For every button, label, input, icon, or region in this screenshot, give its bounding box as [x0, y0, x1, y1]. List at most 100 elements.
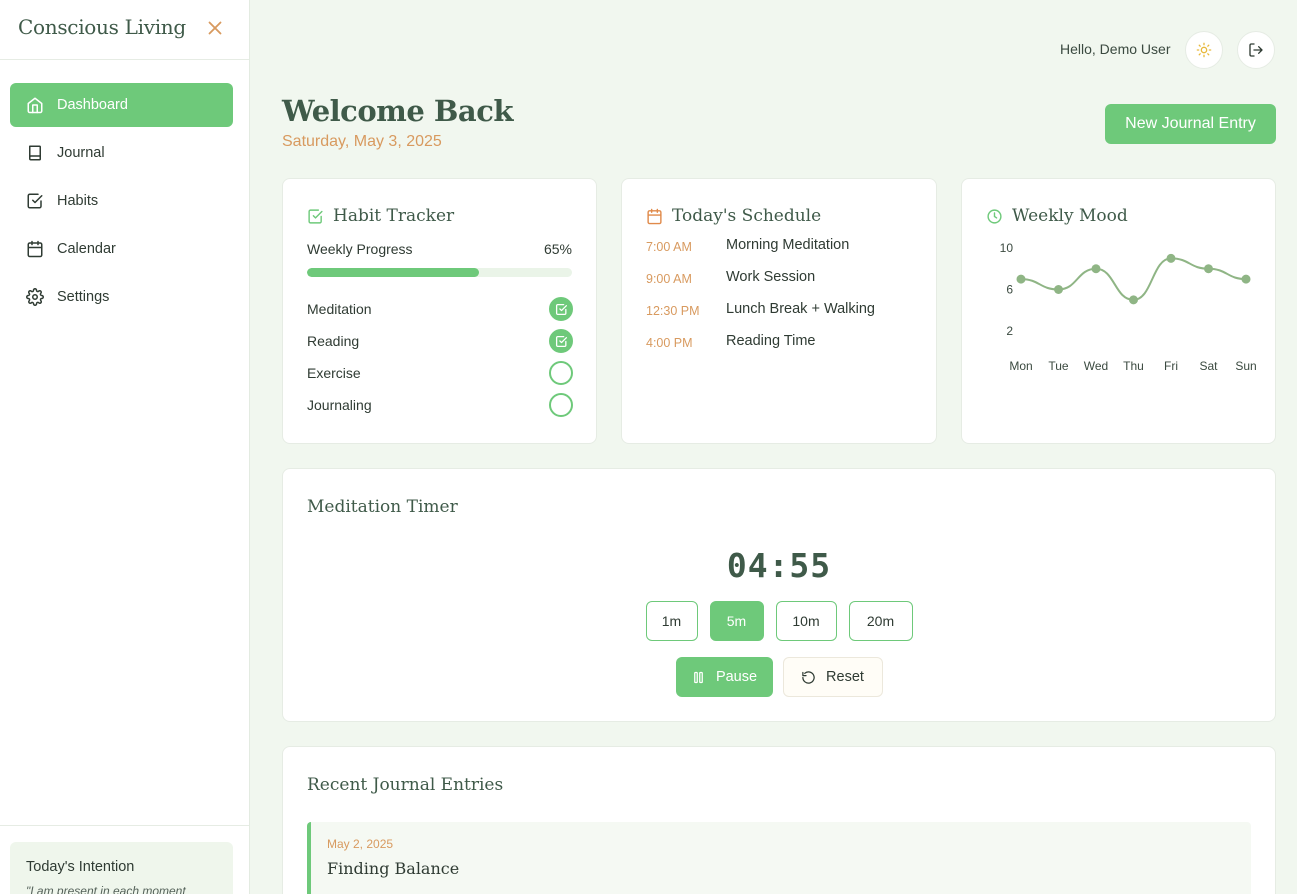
x-tick-label: Mon — [1009, 359, 1032, 373]
habit-toggle-unchecked[interactable] — [549, 361, 573, 385]
sidebar-item-habits[interactable]: Habits — [10, 179, 233, 223]
habit-toggle-checked[interactable] — [549, 329, 573, 353]
schedule-title: Today's Schedule — [646, 206, 821, 226]
todays-intention-panel: Today's Intention "I am present in each … — [10, 842, 233, 894]
mood-point — [1016, 274, 1026, 284]
schedule-list: 7:00 AM Morning Meditation 9:00 AM Work … — [646, 237, 926, 365]
sidebar-item-label: Dashboard — [57, 97, 128, 113]
habit-tracker-title: Habit Tracker — [307, 206, 454, 226]
x-tick-label: Sat — [1199, 359, 1218, 373]
mood-series-line — [1020, 257, 1247, 301]
sidebar-item-journal[interactable]: Journal — [10, 131, 233, 175]
check-square-icon — [27, 193, 43, 209]
pause-button[interactable]: Pause — [675, 657, 773, 697]
habit-list: Meditation Reading Exercise Journaling — [307, 293, 573, 421]
intention-text: "I am present in each moment — [26, 884, 186, 894]
recent-journal-card: Recent Journal Entries May 2, 2025 Findi… — [282, 746, 1276, 894]
weekly-progress-row: Weekly Progress 65% — [307, 241, 572, 257]
x-tick-label: Fri — [1164, 359, 1178, 373]
reset-button[interactable]: Reset — [782, 657, 883, 697]
close-icon — [208, 21, 222, 35]
recent-journal-title: Recent Journal Entries — [307, 775, 504, 795]
user-greeting: Hello, Demo User — [1060, 41, 1171, 57]
meditation-timer-card: Meditation Timer 04:55 1m 5m 10m 20m Pau… — [282, 468, 1276, 722]
sidebar-divider — [0, 59, 249, 60]
logout-icon — [1249, 43, 1263, 57]
x-tick-label: Thu — [1123, 359, 1144, 373]
habit-row: Exercise — [307, 357, 573, 389]
habit-row: Reading — [307, 325, 573, 357]
schedule-activity: Morning Meditation — [726, 237, 850, 253]
timer-controls: Pause Reset — [283, 657, 1275, 697]
mood-point — [1091, 264, 1101, 274]
x-tick-label: Tue — [1048, 359, 1069, 373]
book-icon — [29, 145, 41, 161]
weekly-progress-value: 65% — [543, 241, 572, 257]
habit-name: Reading — [307, 333, 360, 349]
schedule-item: 9:00 AM Work Session — [646, 269, 926, 301]
habit-toggle-unchecked[interactable] — [549, 393, 573, 417]
schedule-time: 4:00 PM — [646, 336, 693, 350]
new-journal-entry-button[interactable]: New Journal Entry — [1105, 104, 1276, 144]
schedule-activity: Work Session — [726, 269, 816, 285]
journal-entry-title: Finding Balance — [327, 859, 460, 878]
calendar-icon — [27, 240, 43, 258]
sidebar-nav: Dashboard Journal Habits Calendar Settin… — [10, 83, 233, 323]
habit-row: Journaling — [307, 389, 573, 421]
sidebar: Conscious Living Dashboard Journal Habit… — [0, 0, 250, 894]
sidebar-item-label: Settings — [57, 289, 110, 305]
weekly-progress-label: Weekly Progress — [307, 241, 413, 257]
mood-point — [1204, 264, 1213, 274]
weekly-mood-chart: 10 6 2 Mon Tue Wed Thu Fri Sat Sun — [1000, 241, 1257, 373]
schedule-time: 12:30 PM — [646, 304, 700, 318]
sidebar-item-settings[interactable]: Settings — [10, 275, 233, 319]
page-title: Welcome Back — [282, 94, 513, 128]
weekly-mood-card: Weekly Mood 10 6 2 Mon Tue Wed Thu Fri Sat Sun — [961, 178, 1276, 444]
y-tick-label: 10 — [1000, 241, 1014, 255]
y-tick-label: 2 — [1006, 324, 1013, 338]
mood-point — [1166, 253, 1176, 263]
current-date: Saturday, May 3, 2025 — [282, 133, 442, 150]
preset-20m-button[interactable]: 20m — [848, 601, 913, 641]
check-square-icon — [555, 335, 567, 347]
weekly-progress-bar — [307, 268, 572, 277]
sidebar-item-dashboard[interactable]: Dashboard — [10, 83, 233, 127]
logout-button[interactable] — [1237, 31, 1275, 69]
theme-toggle-button[interactable] — [1185, 31, 1223, 69]
schedule-time: 9:00 AM — [646, 272, 692, 286]
pause-label: Pause — [715, 669, 758, 685]
reset-label: Reset — [826, 669, 864, 685]
timer-presets: 1m 5m 10m 20m — [283, 601, 1275, 641]
gear-icon — [26, 288, 44, 306]
schedule-time: 7:00 AM — [646, 240, 692, 254]
reset-icon — [802, 670, 815, 684]
weekly-progress-fill — [307, 268, 480, 277]
schedule-activity: Lunch Break + Walking — [726, 301, 875, 317]
sidebar-item-label: Calendar — [57, 241, 116, 257]
habit-name: Journaling — [307, 397, 372, 413]
journal-entry[interactable]: May 2, 2025 Finding Balance — [307, 822, 1251, 894]
sidebar-item-calendar[interactable]: Calendar — [10, 227, 233, 271]
schedule-title-text: Today's Schedule — [672, 206, 822, 226]
schedule-card: Today's Schedule 7:00 AM Morning Meditat… — [621, 178, 937, 444]
x-tick-label: Sun — [1235, 359, 1256, 373]
preset-5m-button[interactable]: 5m — [709, 601, 764, 641]
habit-name: Exercise — [307, 365, 361, 381]
journal-entry-date: May 2, 2025 — [327, 837, 394, 851]
habit-toggle-checked[interactable] — [549, 297, 573, 321]
app-brand: Conscious Living — [18, 15, 186, 39]
schedule-item: 4:00 PM Reading Time — [646, 333, 926, 365]
close-sidebar-button[interactable] — [204, 17, 226, 39]
pause-icon — [694, 671, 703, 683]
schedule-item: 7:00 AM Morning Meditation — [646, 237, 926, 269]
sidebar-item-label: Habits — [57, 193, 99, 209]
preset-10m-button[interactable]: 10m — [775, 601, 837, 641]
mood-point — [1129, 295, 1138, 305]
timer-display: 04:55 — [726, 546, 832, 585]
preset-1m-button[interactable]: 1m — [645, 601, 698, 641]
x-tick-label: Wed — [1084, 359, 1108, 373]
mood-point — [1241, 274, 1251, 284]
mood-point — [1054, 285, 1063, 294]
meditation-timer-title: Meditation Timer — [307, 497, 458, 517]
habit-name: Meditation — [307, 301, 372, 317]
